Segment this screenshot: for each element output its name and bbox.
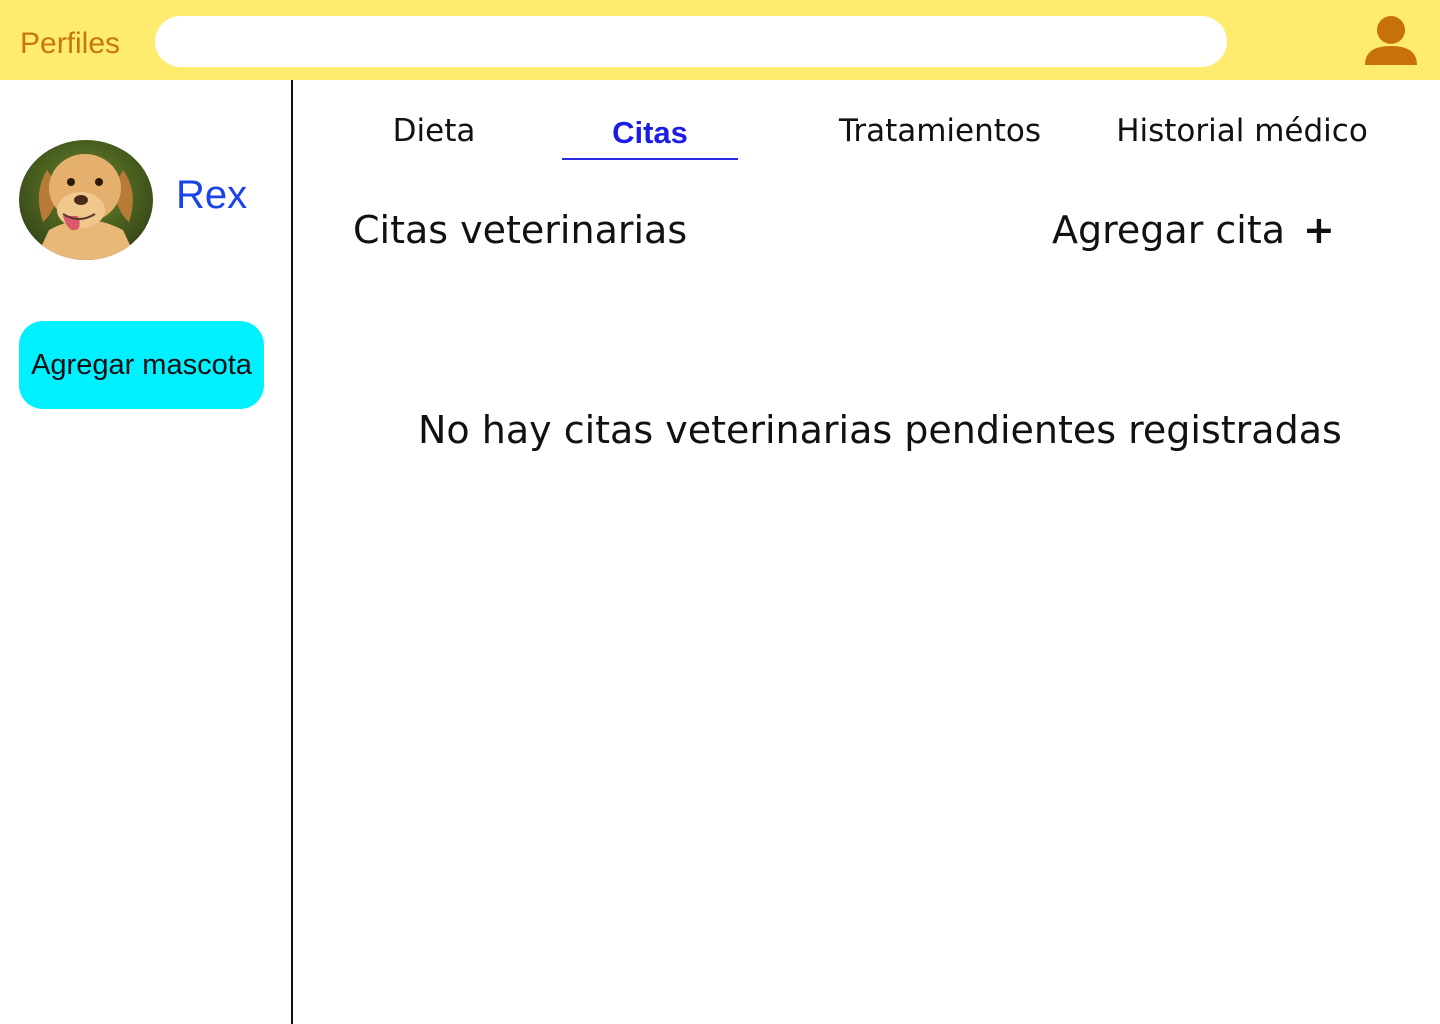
empty-state-message: No hay citas veterinarias pendientes reg… [418, 408, 1342, 452]
sidebar: Rex Agregar mascota [0, 80, 293, 1024]
add-appointment-label: Agregar cita [1052, 208, 1286, 252]
top-bar: Perfiles [0, 0, 1440, 80]
dog-photo-icon [19, 140, 153, 260]
user-profile-button[interactable] [1362, 14, 1420, 68]
tab-dieta[interactable]: Dieta [370, 108, 498, 158]
tab-historial-medico[interactable]: Historial médico [1106, 108, 1378, 158]
page-title: Citas veterinarias [353, 208, 688, 252]
pet-name: Rex [176, 173, 248, 217]
search-input[interactable] [155, 16, 1227, 67]
plus-icon: + [1303, 208, 1335, 252]
pet-card-rex[interactable]: Rex [19, 140, 279, 262]
add-appointment-button[interactable]: Agregar cita + [1052, 205, 1335, 255]
tab-citas[interactable]: Citas [562, 110, 738, 160]
tab-tratamientos[interactable]: Tratamientos [826, 108, 1054, 158]
user-icon [1365, 16, 1417, 65]
pet-avatar [19, 140, 153, 260]
brand-title[interactable]: Perfiles [20, 24, 120, 64]
add-pet-button[interactable]: Agregar mascota [19, 321, 264, 409]
